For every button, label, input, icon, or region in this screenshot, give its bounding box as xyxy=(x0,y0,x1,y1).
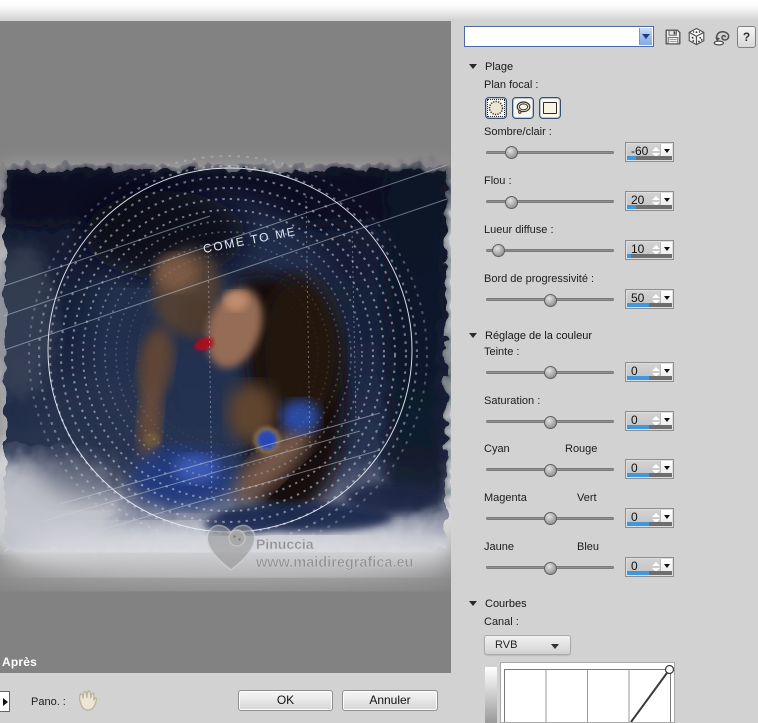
svg-text:Pinuccia: Pinuccia xyxy=(256,536,314,552)
svg-text:www.maidiregrafica.eu: www.maidiregrafica.eu xyxy=(255,555,413,571)
